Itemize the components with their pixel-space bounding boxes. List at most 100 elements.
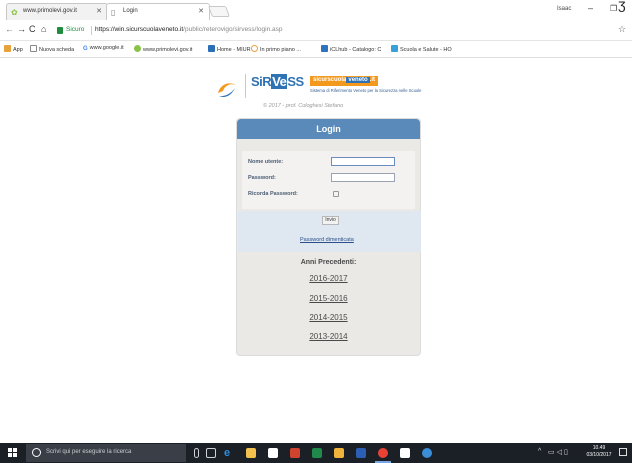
bookmark-label: Home - MIUR	[217, 47, 251, 53]
close-tab-icon[interactable]: ✕	[198, 7, 204, 15]
bookmark-google[interactable]: Gwww.google.it	[83, 45, 124, 53]
powerpoint-icon[interactable]	[290, 448, 300, 458]
notifications-icon[interactable]	[619, 448, 627, 456]
year-link-2014-2015[interactable]: 2014-2015	[237, 313, 420, 322]
bookmark-iclhub[interactable]: iCLhub - Catalogo: C	[321, 45, 381, 53]
brand-part-b: veneto	[346, 77, 370, 83]
google-icon: G	[83, 46, 88, 52]
task-view-icon[interactable]	[206, 448, 216, 458]
bookmark-label: In primo piano ...	[260, 47, 301, 53]
tray-chevron-up-icon[interactable]: ^	[538, 448, 541, 455]
bookmark-label: iCLhub - Catalogo: C	[330, 47, 382, 53]
cortana-icon	[32, 448, 41, 457]
excel-icon[interactable]	[312, 448, 322, 458]
bookmark-label: www.primolevi.gov.it	[143, 47, 193, 53]
restore-icon[interactable]: ❐	[610, 4, 617, 13]
bookmark-label: www.google.it	[89, 45, 124, 51]
miur-icon	[208, 45, 215, 52]
divider	[91, 26, 92, 35]
year-link-2013-2014[interactable]: 2013-2014	[237, 332, 420, 341]
microphone-icon[interactable]	[194, 448, 199, 458]
iclhub-icon	[321, 45, 328, 52]
site-icon	[134, 45, 141, 52]
brand-part-c: .it	[369, 77, 376, 83]
remember-password-label: Ricorda Password:	[248, 191, 298, 197]
new-tab-button[interactable]	[207, 6, 231, 17]
logo-divider	[245, 74, 246, 98]
logo-ve: Ve	[271, 74, 288, 89]
reload-icon[interactable]: C	[29, 24, 36, 34]
paint-icon[interactable]	[334, 448, 344, 458]
logo-subtitle: Sistema di Riferimento Veneto per la Sic…	[310, 88, 422, 93]
home-icon[interactable]: ⌂	[41, 24, 46, 34]
profile-name[interactable]: Isaac	[557, 6, 571, 12]
windows-taskbar: Scrivi qui per eseguire la ricerca e ^ ▭…	[0, 443, 632, 463]
credit-text: © 2017 - prof. Cologhesi Stefano	[263, 103, 344, 109]
bookmark-new-tab[interactable]: Nuova scheda	[30, 45, 74, 53]
health-icon	[391, 45, 398, 52]
bookmark-primolevi[interactable]: www.primolevi.gov.it	[134, 45, 192, 53]
windows-start-icon[interactable]	[8, 448, 18, 458]
file-explorer-icon[interactable]	[246, 448, 256, 458]
bookmark-label: App	[13, 47, 23, 53]
minimize-icon[interactable]: –	[588, 3, 593, 13]
chrome-icon[interactable]	[378, 448, 388, 458]
close-tab-icon[interactable]: ✕	[96, 7, 102, 15]
apps-grid-icon	[4, 45, 11, 52]
forward-icon[interactable]: →	[17, 24, 26, 34]
browser-tab-bar: ✿ www.primolevi.gov.it ✕ ▯ Login ✕ Isaac…	[0, 0, 632, 20]
bookmark-label: Nuova scheda	[39, 47, 75, 53]
edge-icon[interactable]: e	[224, 448, 234, 459]
logo-sir: SiR	[251, 74, 272, 89]
url-path: /public/reterovigo/sirvess/login.asp	[183, 26, 283, 33]
bookmark-label: Scuola e Salute - HO	[400, 47, 452, 53]
remember-password-checkbox[interactable]	[333, 191, 339, 197]
forgot-password-link[interactable]: Password dimenticata	[300, 237, 354, 243]
tray-status-icons[interactable]: ▭◁▯	[548, 448, 570, 456]
password-input[interactable]	[331, 173, 395, 182]
bookmark-primo-piano[interactable]: In primo piano ...	[251, 45, 301, 53]
brand-part-a: sicurscuola	[313, 77, 347, 83]
login-title: Login	[237, 119, 420, 139]
store-icon[interactable]	[268, 448, 278, 458]
news-icon	[251, 45, 258, 52]
previous-years-heading: Anni Precedenti:	[300, 259, 357, 266]
clock-time: 10.49	[592, 445, 606, 451]
login-panel: Login Nome utente: Password: Ricorda Pas…	[236, 118, 421, 356]
url-host: https://win.sicurscuolaveneto.it	[95, 26, 184, 33]
login-form: Nome utente: Password: Ricorda Password:	[242, 151, 415, 209]
system-clock[interactable]: 10.49 03/10/2017	[585, 445, 613, 459]
word-icon[interactable]	[356, 448, 366, 458]
address-bar: ← → C ⌂ Sicuro https://win.sicurscuolave…	[0, 21, 632, 41]
tab-label: www.primolevi.gov.it	[23, 8, 77, 14]
logo-ss: SS	[287, 74, 304, 89]
submit-button[interactable]: Invio	[322, 216, 339, 225]
lock-icon[interactable]	[57, 27, 63, 34]
site-favicon-icon: ✿	[11, 8, 18, 17]
search-placeholder: Scrivi qui per eseguire la ricerca	[46, 449, 132, 455]
tab-primolevi[interactable]: ✿ www.primolevi.gov.it ✕	[6, 3, 108, 20]
bookmark-apps[interactable]: App	[4, 45, 23, 53]
bookmark-scuola-salute[interactable]: Scuola e Salute - HO	[391, 45, 452, 53]
bookmarks-bar: App Nuova scheda Gwww.google.it www.prim…	[0, 42, 632, 58]
bookmark-miur[interactable]: Home - MIUR	[208, 45, 251, 53]
mail-icon[interactable]	[400, 448, 410, 458]
year-link-2016-2017[interactable]: 2016-2017	[237, 274, 420, 283]
tab-login[interactable]: ▯ Login ✕	[106, 3, 210, 20]
taskbar-search-box[interactable]: Scrivi qui per eseguire la ricerca	[26, 444, 186, 462]
page-favicon-icon: ▯	[111, 8, 116, 17]
clock-date: 03/10/2017	[586, 452, 612, 458]
screen: ✿ www.primolevi.gov.it ✕ ▯ Login ✕ Isaac…	[0, 0, 632, 463]
username-input[interactable]	[331, 157, 395, 166]
submit-area: Invio Password dimenticata	[238, 211, 421, 252]
network-app-icon[interactable]	[422, 448, 432, 458]
back-icon[interactable]: ←	[5, 24, 14, 34]
sirvess-swoosh-icon	[218, 83, 236, 98]
year-link-2015-2016[interactable]: 2015-2016	[237, 294, 420, 303]
bookmark-star-icon[interactable]: ☆	[618, 24, 626, 35]
logo-wordmark: SiRVeSS	[251, 74, 304, 89]
url-field[interactable]: https://win.sicurscuolaveneto.it/public/…	[95, 26, 283, 33]
logo-brand-badge: sicurscuola veneto .it	[310, 76, 379, 86]
secure-label[interactable]: Sicuro	[66, 26, 84, 33]
tab-label: Login	[123, 8, 138, 14]
